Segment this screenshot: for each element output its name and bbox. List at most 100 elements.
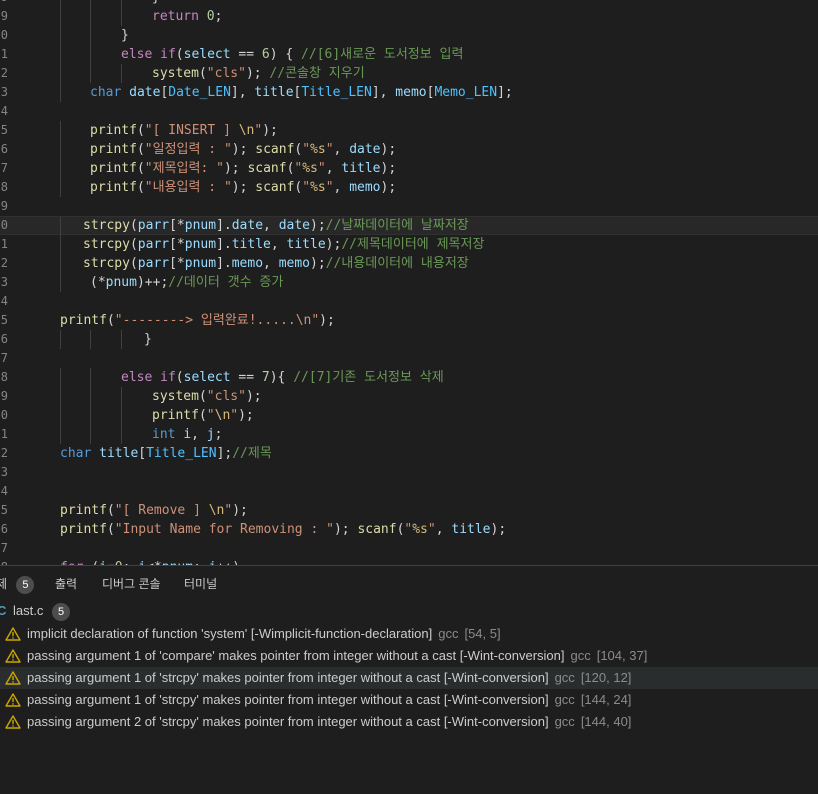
code-line[interactable]: 1 int i, j; — [0, 425, 818, 444]
code-line[interactable]: 1 else if(select == 6) { //[6]새로운 도서정보 입력 — [0, 45, 818, 64]
code-line[interactable]: 0 printf("\n"); — [0, 406, 818, 425]
problem-item[interactable]: implicit declaration of function 'system… — [0, 623, 818, 645]
code-line[interactable]: 6 printf("Input Name for Removing : "); s… — [0, 520, 818, 539]
problem-item[interactable]: passing argument 2 of 'strcpy' makes poi… — [0, 711, 818, 733]
code-line[interactable]: 2 char title[Title_LEN];//제목 — [0, 444, 818, 463]
indent-guide — [60, 64, 61, 83]
code-token: %s — [412, 522, 428, 537]
line-number: 4 — [0, 104, 8, 118]
code-line[interactable]: 9 return 0; — [0, 7, 818, 26]
code-line[interactable]: 5 printf("[ INSERT ] \n"); — [0, 121, 818, 140]
code-line[interactable]: 1 strcpy(parr[*pnum].title, title);//제목데이… — [0, 235, 818, 254]
code-token: i — [183, 427, 192, 442]
code-line[interactable]: 9} — [0, 0, 818, 7]
code-line[interactable]: 8 for (i=0; i<*pnum; i++) — [0, 558, 818, 565]
problems-file-group[interactable]: C last.c 5 — [0, 602, 818, 622]
problem-message-group: passing argument 2 of 'strcpy' makes poi… — [27, 711, 631, 733]
code-token: strcpy — [83, 256, 130, 271]
code-line[interactable]: 3 — [0, 463, 818, 482]
indent-guide — [60, 273, 61, 292]
code-line[interactable]: 4 — [0, 292, 818, 311]
line-number: 4 — [0, 484, 8, 498]
code-token: ]. — [216, 237, 232, 252]
code-token: scanf — [255, 142, 295, 157]
line-number: 2 — [0, 446, 8, 460]
code-line[interactable]: 8 else if(select == 7){ //[7]기존 도서정보 삭제 — [0, 368, 818, 387]
code-token: title — [99, 446, 139, 461]
indent-guide — [60, 235, 61, 254]
code-token: ( — [198, 389, 207, 404]
code-line[interactable]: 7 printf("제목입력: "); scanf("%s", title); — [0, 159, 818, 178]
problem-message: implicit declaration of function 'system… — [27, 626, 433, 641]
code-token: } — [144, 332, 152, 347]
code-token: system — [152, 389, 199, 404]
code-token: [* — [169, 237, 185, 252]
problem-item[interactable]: passing argument 1 of 'compare' makes po… — [0, 645, 818, 667]
tab-problems[interactable]: 제 5 — [0, 575, 35, 594]
code-token: ); — [380, 142, 397, 157]
code-token: ]; — [216, 446, 233, 461]
line-number: 7 — [0, 161, 8, 175]
code-token: pnum — [184, 218, 217, 233]
tab-output[interactable]: 출력 — [55, 575, 77, 593]
code-text: char title[Title_LEN];//제목 — [60, 444, 272, 463]
code-editor[interactable]: 9}9return 0;0}1else if(select == 6) { //… — [0, 0, 818, 565]
code-line[interactable]: 5 printf("--------> 입력완료!.....\n"); — [0, 311, 818, 330]
indent-guide — [60, 254, 61, 273]
code-line[interactable]: 3 (*pnum)++;//데이터 갯수 증가 — [0, 273, 818, 292]
code-token: ( — [136, 180, 145, 195]
code-token: , — [333, 180, 350, 195]
indent-guide — [90, 0, 91, 7]
code-line[interactable]: 9 — [0, 197, 818, 216]
code-line[interactable]: 8 printf("내용입력 : "); scanf("%s", memo); — [0, 178, 818, 197]
code-line[interactable]: 2 strcpy(parr[*pnum].memo, memo);//내용데이터에… — [0, 254, 818, 273]
code-token: \n — [208, 503, 225, 518]
code-token: return — [152, 9, 199, 24]
indent-guide — [90, 387, 91, 406]
line-number: 9 — [0, 9, 8, 23]
code-line[interactable]: 6 printf("일정입력 : "); scanf("%s", date); — [0, 140, 818, 159]
code-token: " — [302, 142, 311, 157]
indent-guide — [60, 425, 61, 444]
indent-guide — [90, 64, 91, 83]
problems-panel: 제 5 출력 디버그 콘솔 터미널 C last.c 5 implicit de… — [0, 565, 818, 794]
code-token: ( — [198, 66, 207, 81]
problem-message-group: passing argument 1 of 'compare' makes po… — [27, 645, 647, 667]
code-line[interactable]: 2 system("cls"); //콘솔창 지우기 — [0, 64, 818, 83]
indent-guide — [60, 83, 61, 102]
code-line[interactable]: 4 — [0, 102, 818, 121]
line-number: 2 — [0, 256, 8, 270]
code-token: printf — [60, 503, 107, 518]
code-line[interactable]: 5 printf("[ Remove ] \n"); — [0, 501, 818, 520]
code-line[interactable]: 7 — [0, 539, 818, 558]
problem-message-group: implicit declaration of function 'system… — [27, 623, 501, 645]
code-token: ); — [245, 66, 270, 81]
problem-location: [144, 24] — [580, 692, 632, 707]
code-line[interactable]: 9 system("cls"); — [0, 387, 818, 406]
tab-debug-console[interactable]: 디버그 콘솔 — [102, 575, 161, 593]
code-line[interactable]: 3 char date[Date_LEN], title[Title_LEN], … — [0, 83, 818, 102]
code-token: \n — [214, 408, 231, 423]
indent-guide — [60, 140, 61, 159]
problem-item[interactable]: passing argument 1 of 'strcpy' makes poi… — [0, 689, 818, 711]
problem-location: [144, 40] — [580, 714, 632, 729]
code-token: ( — [129, 218, 138, 233]
code-line[interactable]: 0 strcpy(parr[*pnum].date, date);//날짜데이터에… — [0, 216, 818, 236]
code-line[interactable]: 4 — [0, 482, 818, 501]
code-token: " — [302, 180, 311, 195]
code-token: ); — [245, 389, 262, 404]
code-text: strcpy(parr[*pnum].memo, memo);//내용데이터에 … — [83, 254, 469, 273]
code-token: printf — [90, 180, 137, 195]
code-token: ; — [214, 9, 223, 24]
code-line[interactable]: 6} — [0, 330, 818, 349]
code-token: ); — [490, 522, 507, 537]
code-token: date — [278, 218, 311, 233]
code-token: ); — [232, 503, 248, 518]
line-number: 8 — [0, 370, 8, 384]
problem-item[interactable]: passing argument 1 of 'strcpy' makes poi… — [0, 667, 818, 689]
code-token: title — [451, 522, 491, 537]
code-token: system — [152, 66, 199, 81]
code-line[interactable]: 0} — [0, 26, 818, 45]
tab-terminal[interactable]: 터미널 — [184, 575, 217, 593]
code-line[interactable]: 7 — [0, 349, 818, 368]
